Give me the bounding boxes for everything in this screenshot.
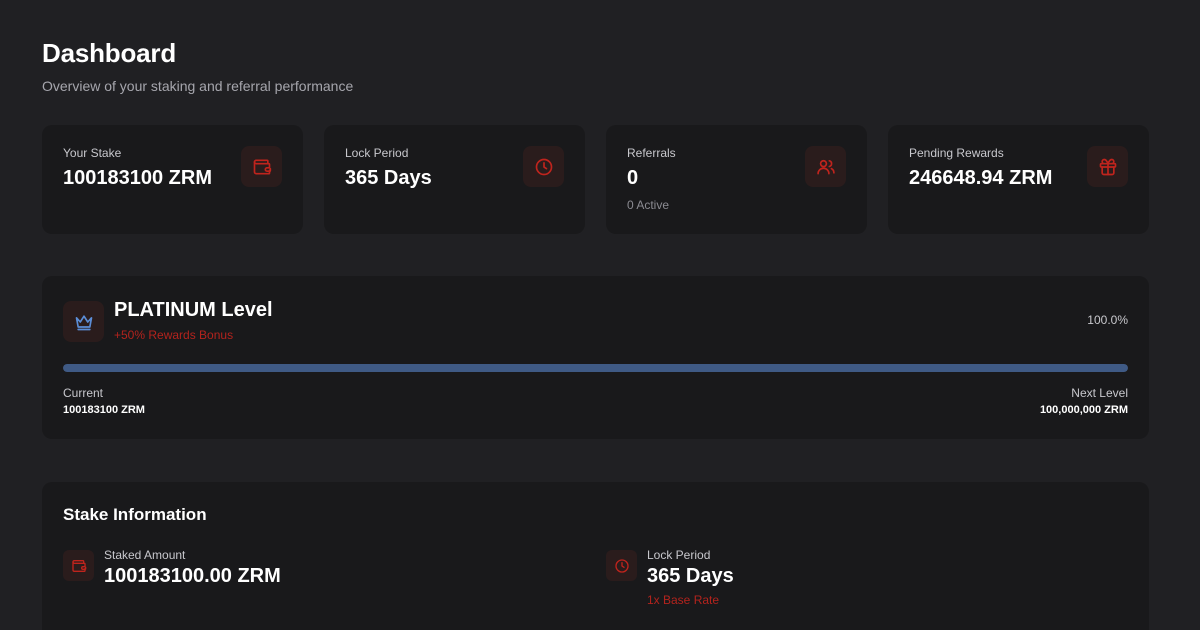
- level-progress-fill: [63, 364, 1128, 372]
- stat-label: Your Stake: [63, 146, 122, 160]
- next-level-value: 100,000,000 ZRM: [1039, 404, 1128, 416]
- current-level-label: Current: [63, 386, 104, 400]
- clock-icon: [606, 550, 637, 581]
- stat-card-lock-period: Lock Period 365 Days: [324, 125, 585, 234]
- level-progress-percent: 100.0%: [1087, 313, 1128, 327]
- stat-value: 100183100 ZRM: [63, 167, 212, 189]
- stat-label: Referrals: [627, 146, 676, 160]
- stat-card-pending-rewards: Pending Rewards 246648.94 ZRM: [888, 125, 1149, 234]
- page-subtitle: Overview of your staking and referral pe…: [42, 78, 354, 94]
- lock-period-value: 365 Days: [647, 565, 734, 587]
- stat-label: Lock Period: [345, 146, 409, 160]
- level-bonus: +50% Rewards Bonus: [114, 328, 234, 342]
- stake-information-title: Stake Information: [63, 505, 207, 524]
- stat-card-your-stake: Your Stake 100183100 ZRM: [42, 125, 303, 234]
- wallet-icon: [63, 550, 94, 581]
- next-level-label: Next Level: [1071, 386, 1128, 400]
- level-progress-bar: [63, 364, 1128, 372]
- page-title: Dashboard: [42, 38, 177, 68]
- base-rate-text: 1x Base Rate: [647, 593, 720, 607]
- wallet-icon: [241, 146, 282, 187]
- stat-value: 365 Days: [345, 167, 432, 189]
- stat-card-referrals: Referrals 0 0 Active: [606, 125, 867, 234]
- current-level-value: 100183100 ZRM: [63, 404, 145, 416]
- stake-information-card: Stake Information Staked Amount 10018310…: [42, 482, 1149, 630]
- gift-icon: [1087, 146, 1128, 187]
- staked-amount-label: Staked Amount: [104, 548, 186, 562]
- stat-value: 246648.94 ZRM: [909, 167, 1053, 189]
- level-title: PLATINUM Level: [114, 299, 273, 321]
- lock-period-label: Lock Period: [647, 548, 711, 562]
- staked-amount-value: 100183100.00 ZRM: [104, 565, 281, 587]
- stat-value: 0: [627, 167, 639, 189]
- stat-subtext: 0 Active: [627, 198, 670, 212]
- users-icon: [805, 146, 846, 187]
- crown-icon: [63, 301, 104, 342]
- level-card: PLATINUM Level +50% Rewards Bonus 100.0%…: [42, 276, 1149, 439]
- clock-icon: [523, 146, 564, 187]
- dashboard-page: Dashboard Overview of your staking and r…: [42, 0, 1149, 630]
- stat-label: Pending Rewards: [909, 146, 1004, 160]
